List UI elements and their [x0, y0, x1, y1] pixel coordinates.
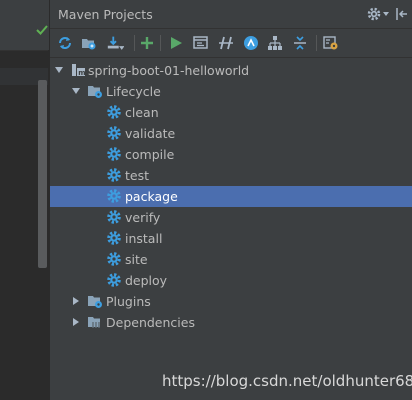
download-button[interactable] [106, 34, 124, 52]
tree-label: compile [125, 147, 175, 162]
tree-node-lifecycle[interactable]: Lifecycle [50, 81, 412, 102]
goal-gear-icon [107, 210, 121, 224]
goal-gear-icon [107, 189, 121, 203]
tree-goal[interactable]: clean [50, 102, 412, 123]
divider [0, 50, 48, 51]
show-dependencies-button[interactable] [266, 34, 284, 52]
tree-label: Dependencies [106, 315, 195, 330]
chevron-down-icon [118, 46, 124, 50]
tree-goal-selected[interactable]: package [50, 186, 412, 207]
tree-goal[interactable]: compile [50, 144, 412, 165]
expanded-arrow-icon[interactable] [71, 86, 81, 96]
tree-goal[interactable]: test [50, 165, 412, 186]
goal-gear-icon [107, 231, 121, 245]
gear-icon [367, 7, 381, 21]
watermark: https://blog.csdn.net/oldhunter686 [162, 372, 412, 390]
collapse-all-button[interactable] [291, 34, 309, 52]
expanded-arrow-icon[interactable] [54, 65, 64, 75]
maven-settings-button[interactable] [322, 34, 340, 52]
show-dependencies-icon [268, 36, 282, 50]
maven-toolbar [50, 29, 412, 58]
reimport-icon [59, 37, 71, 49]
tree-goal[interactable]: verify [50, 207, 412, 228]
tree-goal[interactable]: deploy [50, 270, 412, 291]
generate-sources-button[interactable] [80, 34, 98, 52]
tree-goal[interactable]: validate [50, 123, 412, 144]
tree-label: Plugins [106, 294, 151, 309]
goal-gear-icon [107, 252, 121, 266]
run-button[interactable] [167, 34, 185, 52]
editor-scrollbar[interactable] [38, 80, 47, 268]
goal-gear-icon [107, 168, 121, 182]
goal-gear-icon [107, 273, 121, 287]
toolbar-separator [160, 35, 161, 51]
maven-project-icon: m [72, 64, 86, 77]
check-icon [36, 25, 48, 35]
run-icon [171, 37, 182, 49]
add-button[interactable] [138, 34, 156, 52]
skip-tests-button[interactable] [217, 34, 235, 52]
skip-tests-icon [219, 36, 233, 50]
tree-goal[interactable]: install [50, 228, 412, 249]
tree-node-dependencies[interactable]: Dependencies [50, 312, 412, 333]
tree-node-project[interactable]: m spring-boot-01-helloworld [50, 60, 412, 81]
collapse-all-icon [294, 36, 306, 50]
goal-gear-icon [107, 147, 121, 161]
toolbar-separator [134, 35, 135, 51]
tree-label: site [125, 252, 148, 267]
tree-label: verify [125, 210, 161, 225]
reimport-button[interactable] [56, 34, 74, 52]
hide-panel-icon[interactable] [394, 6, 410, 22]
maven-projects-panel: Maven Projects m spring-boot-01-hellowor… [50, 0, 412, 400]
collapsed-arrow-icon[interactable] [71, 296, 81, 306]
panel-header: Maven Projects [50, 0, 412, 29]
tree-goal[interactable]: site [50, 249, 412, 270]
chevron-down-icon [383, 12, 389, 16]
tree-label: validate [125, 126, 176, 141]
tree-label: install [125, 231, 163, 246]
execute-goal-icon [193, 36, 208, 49]
plugins-folder-icon [88, 296, 102, 308]
lifecycle-folder-icon [88, 86, 102, 98]
settings-button[interactable] [366, 6, 392, 22]
tree-label: deploy [125, 273, 168, 288]
tree-label: package [125, 189, 178, 204]
offline-icon [244, 36, 258, 50]
collapsed-arrow-icon[interactable] [71, 317, 81, 327]
goal-gear-icon [107, 126, 121, 140]
execute-goal-button[interactable] [192, 34, 210, 52]
add-icon [141, 37, 153, 49]
tree-label: test [125, 168, 150, 183]
tree-label: Lifecycle [106, 84, 161, 99]
generate-sources-icon [82, 39, 96, 50]
tree-label: clean [125, 105, 159, 120]
toolbar-separator [316, 35, 317, 51]
svg-text:m: m [78, 69, 85, 77]
maven-settings-icon [323, 36, 338, 50]
editor-area [0, 0, 50, 400]
tree-node-plugins[interactable]: Plugins [50, 291, 412, 312]
dependencies-folder-icon [88, 317, 100, 328]
tree-label: spring-boot-01-helloworld [88, 63, 250, 78]
goal-gear-icon [107, 105, 121, 119]
panel-title: Maven Projects [58, 7, 153, 22]
offline-button[interactable] [242, 34, 260, 52]
